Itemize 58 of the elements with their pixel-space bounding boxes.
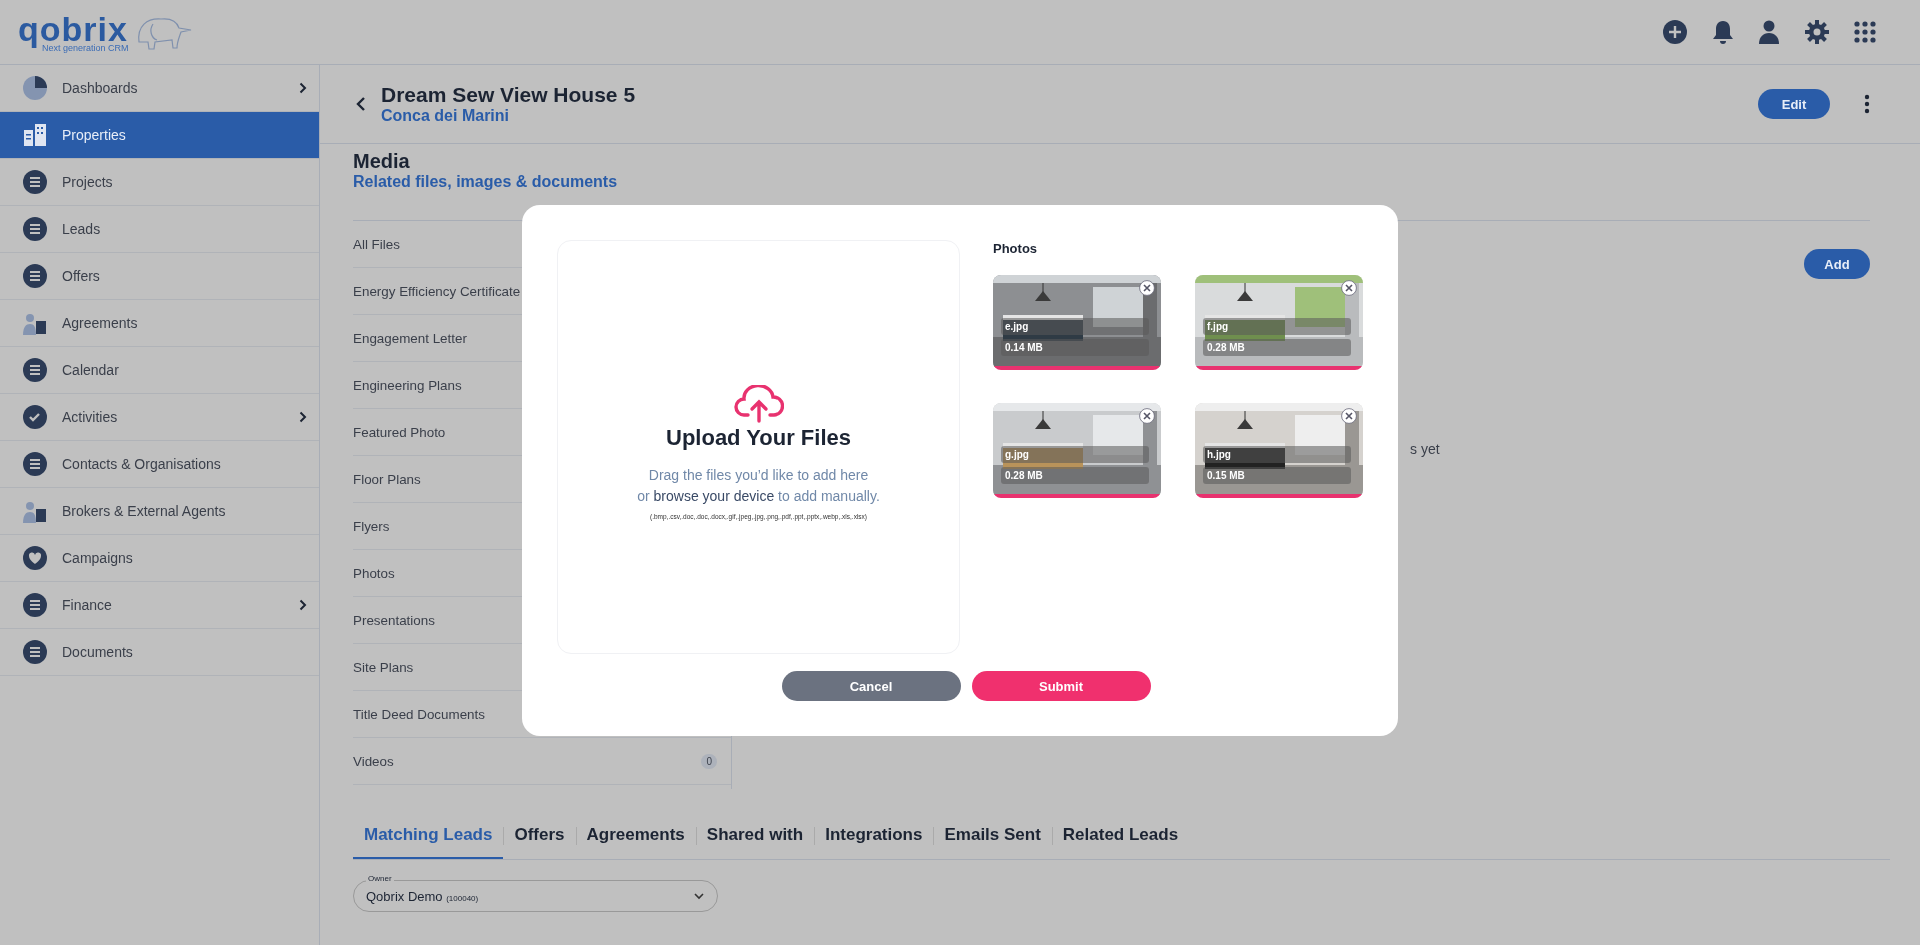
apps-grid-icon[interactable] (1854, 21, 1876, 43)
upload-instructions: Drag the files you’d like to add here or browse your device to add manually. (637, 465, 880, 506)
add-button[interactable]: Add (1804, 249, 1870, 279)
back-icon[interactable] (355, 96, 367, 112)
pie-chart-icon (22, 75, 48, 101)
close-icon[interactable] (1341, 408, 1357, 424)
sidebar-item[interactable]: Activities (0, 394, 319, 441)
cancel-button[interactable]: Cancel (781, 671, 961, 701)
logo-wordmark: qobrix (18, 11, 129, 46)
file-name: h.jpg (1203, 446, 1351, 463)
tab[interactable]: Related Leads (1051, 813, 1190, 859)
sidebar-item[interactable]: Campaigns (0, 535, 319, 582)
sidebar-item[interactable]: Offers (0, 253, 319, 300)
section-title: Media (353, 150, 411, 173)
empty-message: s yet (1410, 441, 1440, 457)
sidebar-item[interactable]: Contacts & Organisations (0, 441, 319, 488)
browse-link[interactable]: browse your device (653, 487, 775, 504)
record-title: Dream Sew View House 5 (381, 83, 637, 107)
sidebar-item[interactable]: Agreements (0, 300, 319, 347)
file-name: e.jpg (1001, 318, 1149, 335)
close-icon[interactable] (1341, 280, 1357, 296)
bell-icon[interactable] (1712, 19, 1734, 45)
tab[interactable]: Offers (503, 813, 576, 859)
check-icon (22, 404, 48, 430)
sidebar-item[interactable]: Leads (0, 206, 319, 253)
tab[interactable]: Agreements (575, 813, 696, 859)
sidebar-item[interactable]: Documents (0, 629, 319, 676)
file-name: f.jpg (1203, 318, 1351, 335)
tab[interactable]: Emails Sent (933, 813, 1052, 859)
tab[interactable]: Matching Leads (353, 813, 504, 859)
edit-button[interactable]: Edit (1758, 89, 1830, 119)
sidebar-item[interactable]: Finance (0, 582, 319, 629)
file-size: 0.14 MB (1001, 339, 1149, 356)
chevron-down-icon (693, 892, 705, 900)
sidebar-item[interactable]: Brokers & External Agents (0, 488, 319, 535)
photos-heading: Photos (993, 241, 1039, 256)
add-icon[interactable] (1662, 19, 1688, 45)
close-icon[interactable] (1139, 280, 1155, 296)
file-size: 0.28 MB (1203, 339, 1351, 356)
file-size: 0.28 MB (1001, 467, 1149, 484)
file-size: 0.15 MB (1203, 467, 1351, 484)
tab[interactable]: Shared with (695, 813, 815, 859)
category-item[interactable]: Videos 0 (353, 738, 731, 785)
file-name: g.jpg (1001, 446, 1149, 463)
cloud-upload-icon (733, 384, 784, 423)
submit-button[interactable]: Submit (971, 671, 1151, 701)
sidebar-item[interactable]: Calendar (0, 347, 319, 394)
tab[interactable]: Integrations (814, 813, 934, 859)
section-subtitle: Related files, images & documents (353, 173, 619, 191)
count-badge: 0 (701, 753, 717, 769)
more-icon[interactable] (1864, 94, 1870, 114)
upload-title: Upload Your Files (666, 424, 851, 451)
record-location: Conca dei Marini (381, 107, 511, 125)
sidebar-item[interactable]: Projects (0, 159, 319, 206)
user-icon[interactable] (1758, 19, 1780, 45)
close-icon[interactable] (1139, 408, 1155, 424)
sidebar-item[interactable]: Properties (0, 112, 319, 159)
settings-icon[interactable] (1804, 19, 1830, 45)
